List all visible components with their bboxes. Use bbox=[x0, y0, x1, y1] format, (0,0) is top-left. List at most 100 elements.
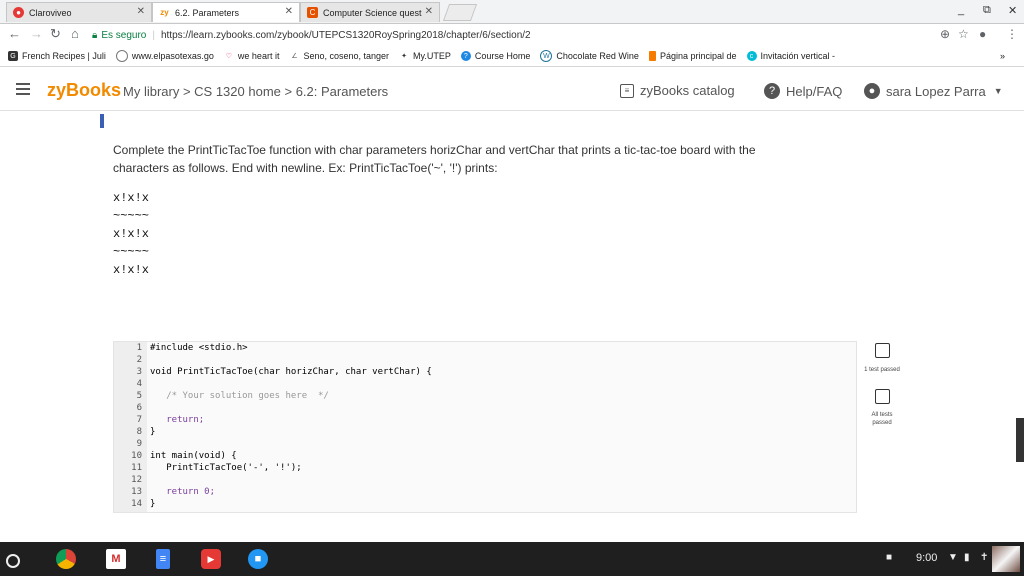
bluetooth-icon[interactable]: ✝ bbox=[980, 552, 988, 563]
bookmark-label: My.UTEP bbox=[413, 51, 451, 61]
tab-close-icon[interactable]: ✕ bbox=[285, 6, 293, 17]
code-line[interactable]: 4 bbox=[114, 378, 150, 390]
tab-parameters[interactable]: zy 6.2. Parameters ✕ bbox=[152, 2, 300, 22]
bookmarks-more-icon[interactable]: » bbox=[1000, 51, 1005, 61]
section-accent-bar bbox=[100, 114, 104, 128]
tab-close-icon[interactable]: ✕ bbox=[425, 6, 433, 17]
line-number: 14 bbox=[131, 499, 142, 509]
code-line[interactable]: 5 /* Your solution goes here */ bbox=[114, 390, 329, 402]
code-text: return 0; bbox=[150, 487, 216, 497]
line-number: 9 bbox=[136, 439, 142, 449]
code-line[interactable]: 8} bbox=[114, 426, 156, 438]
prompt-line: characters as follows. End with newline.… bbox=[113, 161, 498, 175]
browser-tabstrip: ● Claroviveo ✕ zy 6.2. Parameters ✕ C Co… bbox=[0, 0, 1024, 24]
tab-close-icon[interactable]: ✕ bbox=[137, 6, 145, 17]
youtube-icon[interactable]: ▶ bbox=[201, 549, 221, 569]
menu-kebab-icon[interactable]: ⋮ bbox=[1006, 27, 1018, 41]
heart-icon: ♡ bbox=[225, 53, 233, 60]
bookmark-item[interactable]: ✦ My.UTEP bbox=[399, 51, 451, 61]
url-divider: | bbox=[152, 29, 155, 41]
zoom-icon[interactable]: ⊕ bbox=[940, 27, 950, 41]
sample-line: x!x!x bbox=[113, 263, 150, 277]
back-arrow-icon[interactable]: ← bbox=[8, 26, 21, 41]
user-avatar[interactable] bbox=[992, 546, 1020, 572]
code-text: } bbox=[150, 499, 156, 509]
launcher-icon[interactable] bbox=[6, 554, 20, 568]
bookmark-item[interactable]: G French Recipes | Juli bbox=[8, 51, 106, 61]
catalog-link[interactable]: ≡ zyBooks catalog bbox=[620, 83, 735, 98]
chrome-icon[interactable] bbox=[56, 549, 76, 569]
code-line[interactable]: 12 bbox=[114, 474, 150, 486]
breadcrumb[interactable]: My library > CS 1320 home > 6.2: Paramet… bbox=[123, 84, 388, 99]
zybooks-logo[interactable]: zyBooks bbox=[47, 80, 121, 101]
clock[interactable]: 9:00 bbox=[916, 552, 937, 564]
code-line[interactable]: 3 void PrintTicTacToe(char horizChar, cha… bbox=[114, 366, 432, 378]
code-line[interactable]: 2 bbox=[114, 354, 150, 366]
lock-icon: 🔒︎ bbox=[92, 29, 98, 41]
bookmark-item[interactable]: ∠ Seno, coseno, tanger bbox=[289, 51, 389, 61]
sample-line: ~~~~~ bbox=[113, 209, 150, 223]
code-line[interactable]: 7 return; bbox=[114, 414, 205, 426]
code-line[interactable]: 14} bbox=[114, 498, 155, 510]
bookmark-label: www.elpasotexas.go bbox=[131, 51, 214, 61]
new-tab-button[interactable] bbox=[442, 4, 478, 21]
bookmark-label: Seno, coseno, tanger bbox=[303, 51, 390, 61]
test1-checkbox bbox=[875, 343, 890, 358]
zybooks-favicon-icon: zy bbox=[160, 8, 169, 17]
bookmark-item[interactable]: ♡ we heart it bbox=[224, 51, 280, 61]
docs-icon[interactable]: ≡ bbox=[156, 549, 170, 569]
tab-computer-science[interactable]: C Computer Science quest ✕ bbox=[300, 2, 440, 22]
line-number: 3 bbox=[136, 367, 142, 377]
bookmark-item[interactable]: W Chocolate Red Wine bbox=[540, 50, 639, 62]
hamburger-menu-icon[interactable] bbox=[16, 83, 30, 98]
extension-icon[interactable]: ● bbox=[979, 27, 986, 41]
test1-status: 1 test passed bbox=[864, 367, 900, 373]
code-text: return; bbox=[150, 415, 205, 425]
url-field[interactable]: 🔒︎ Es seguro | https://learn.zybooks.com… bbox=[92, 26, 934, 44]
home-icon[interactable]: ⌂ bbox=[71, 26, 79, 41]
code-line[interactable]: 1 #include <stdio.h> bbox=[114, 342, 248, 354]
line-number: 8 bbox=[136, 427, 142, 437]
line-number: 13 bbox=[131, 487, 142, 497]
bookmark-star-icon[interactable]: ☆ bbox=[958, 27, 969, 41]
page-icon bbox=[648, 51, 656, 61]
line-number: 4 bbox=[136, 379, 142, 389]
code-text: PrintTicTacToe('-', '!'); bbox=[150, 463, 302, 473]
wordpress-icon: W bbox=[540, 50, 553, 62]
url-text: https://learn.zybooks.com/zybook/UTEPCS1… bbox=[160, 29, 531, 41]
code-line[interactable]: 13 return 0; bbox=[114, 486, 215, 498]
code-line[interactable]: 6 bbox=[114, 402, 150, 414]
bookmark-item[interactable]: Página principal de bbox=[648, 51, 737, 61]
bookmark-item[interactable]: ? Course Home bbox=[460, 51, 530, 61]
bookmark-item[interactable]: c Invitación vertical - bbox=[746, 51, 835, 61]
line-number: 1 bbox=[136, 343, 142, 353]
code-line[interactable]: 10 int main(void) { bbox=[114, 450, 237, 462]
tab-claroviveo[interactable]: ● Claroviveo ✕ bbox=[6, 2, 152, 22]
notification-icon[interactable]: ■ bbox=[886, 552, 892, 563]
wifi-icon[interactable]: ▼ bbox=[948, 552, 958, 563]
code-line[interactable]: 9 bbox=[114, 438, 150, 450]
user-menu[interactable]: ● sara Lopez Parra ▼ bbox=[864, 83, 1003, 99]
window-close-button[interactable]: ✕ bbox=[1008, 4, 1017, 17]
code-text: /* Your solution goes here */ bbox=[150, 391, 329, 401]
help-link[interactable]: ? Help/FAQ bbox=[764, 83, 842, 99]
claroviveo-favicon-icon: ● bbox=[13, 7, 24, 18]
restore-button[interactable]: ⧉ bbox=[983, 4, 991, 17]
reload-icon[interactable]: ↻ bbox=[50, 26, 61, 42]
forward-arrow-icon[interactable]: → bbox=[30, 26, 43, 41]
line-number: 10 bbox=[131, 451, 142, 461]
bookmark-item[interactable]: www.elpasotexas.go bbox=[115, 50, 214, 62]
bookmarks-bar: G French Recipes | Juli www.elpasotexas.… bbox=[0, 46, 1024, 67]
book-icon: G bbox=[8, 51, 18, 61]
prompt-line: Complete the PrintTicTacToe function wit… bbox=[113, 143, 756, 157]
code-line[interactable]: 11 PrintTicTacToe('-', '!'); bbox=[114, 462, 302, 474]
bookmark-label: French Recipes | Juli bbox=[22, 51, 106, 61]
files-icon[interactable]: ■ bbox=[248, 549, 268, 569]
gmail-icon[interactable]: M bbox=[106, 549, 126, 569]
code-editor[interactable]: 1 #include <stdio.h> 2 3 void PrintTicTacT… bbox=[113, 341, 857, 513]
chegg-favicon-icon: C bbox=[307, 7, 318, 18]
scrollbar-thumb[interactable] bbox=[1016, 418, 1024, 462]
canva-icon: c bbox=[746, 51, 757, 61]
minimize-button[interactable]: _ bbox=[958, 4, 964, 16]
battery-icon[interactable]: ▮ bbox=[964, 552, 970, 563]
